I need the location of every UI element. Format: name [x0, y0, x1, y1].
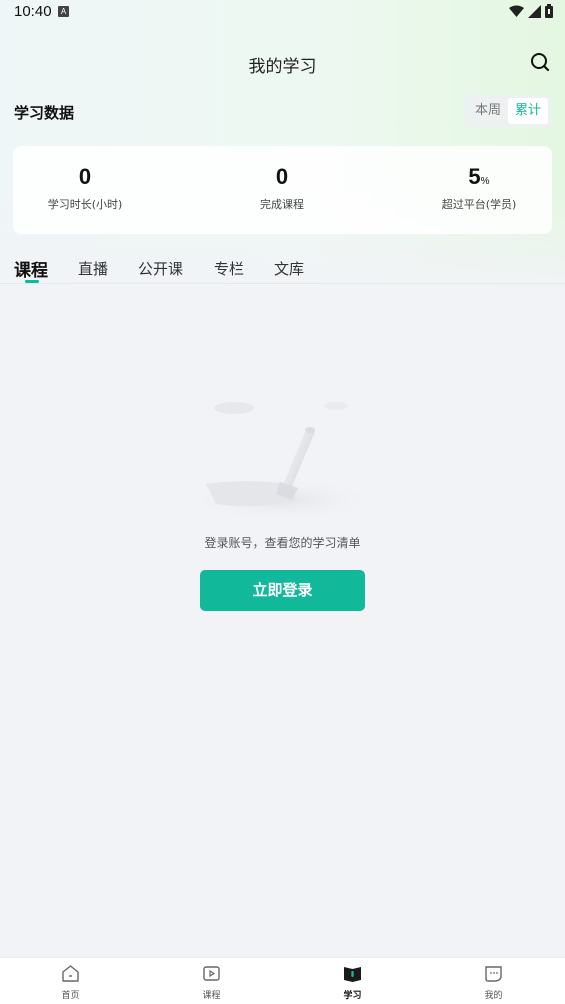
stat-platform-percentile: 5% 超过平台(学员) — [399, 146, 559, 212]
page-title: 我的学习 — [248, 57, 317, 77]
nav-courses[interactable]: 课程 — [141, 958, 282, 1004]
nav-mine[interactable]: 我的 — [423, 958, 564, 1004]
range-option-this-week[interactable]: 本周 — [468, 98, 508, 124]
nav-label: 首页 — [61, 991, 80, 1001]
stat-value: 0 — [275, 164, 289, 189]
nav-home[interactable]: 首页 — [0, 958, 141, 1004]
nav-study[interactable]: 学习 — [282, 958, 423, 1004]
book-icon — [344, 967, 361, 982]
stat-completed-courses: 0 完成课程 — [202, 146, 362, 212]
stat-value: 0 — [78, 164, 92, 189]
bottom-nav: 首页 课程 学习 我的 — [0, 957, 565, 1004]
content-tabs: 课程 直播 公开课 专栏 文库 — [0, 254, 565, 284]
stats-card: 0 学习时长(小时) 0 完成课程 5% 超过平台(学员) — [13, 146, 552, 234]
signal-icon — [528, 4, 541, 18]
search-button[interactable] — [529, 51, 551, 73]
stat-study-hours: 0 学习时长(小时) — [5, 146, 165, 212]
play-icon — [203, 966, 220, 981]
study-data-title: 学习数据 — [14, 104, 75, 122]
tab-open-courses[interactable]: 公开课 — [138, 258, 183, 279]
range-option-cumulative[interactable]: 累计 — [508, 98, 548, 124]
nav-label: 课程 — [202, 991, 221, 1001]
chat-face-icon — [485, 966, 502, 982]
empty-broom-illustration — [188, 402, 378, 522]
status-bar: 10:40 A — [0, 0, 565, 24]
tab-courses[interactable]: 课程 — [14, 256, 48, 281]
stat-label: 完成课程 — [260, 198, 304, 211]
stat-label: 超过平台(学员) — [441, 198, 517, 211]
notification-icon: A — [58, 6, 69, 17]
battery-icon — [545, 4, 553, 18]
login-button[interactable]: 立即登录 — [200, 570, 365, 611]
status-icons — [509, 4, 553, 18]
empty-message: 登录账号，查看您的学习清单 — [204, 536, 361, 550]
nav-label: 我的 — [484, 991, 503, 1001]
stat-value: 5% — [468, 164, 490, 189]
range-toggle: 本周 累计 — [465, 95, 551, 127]
nav-label: 学习 — [343, 991, 362, 1001]
wifi-icon — [509, 5, 524, 17]
tab-live[interactable]: 直播 — [78, 258, 108, 279]
stat-label: 学习时长(小时) — [47, 198, 123, 211]
tab-library[interactable]: 文库 — [274, 258, 304, 279]
status-time: 10:40 — [14, 3, 52, 20]
tab-active-indicator — [25, 280, 39, 283]
tab-columns[interactable]: 专栏 — [214, 258, 244, 279]
page-header: 我的学习 — [0, 44, 565, 80]
search-icon — [531, 53, 550, 72]
home-icon — [62, 965, 79, 982]
